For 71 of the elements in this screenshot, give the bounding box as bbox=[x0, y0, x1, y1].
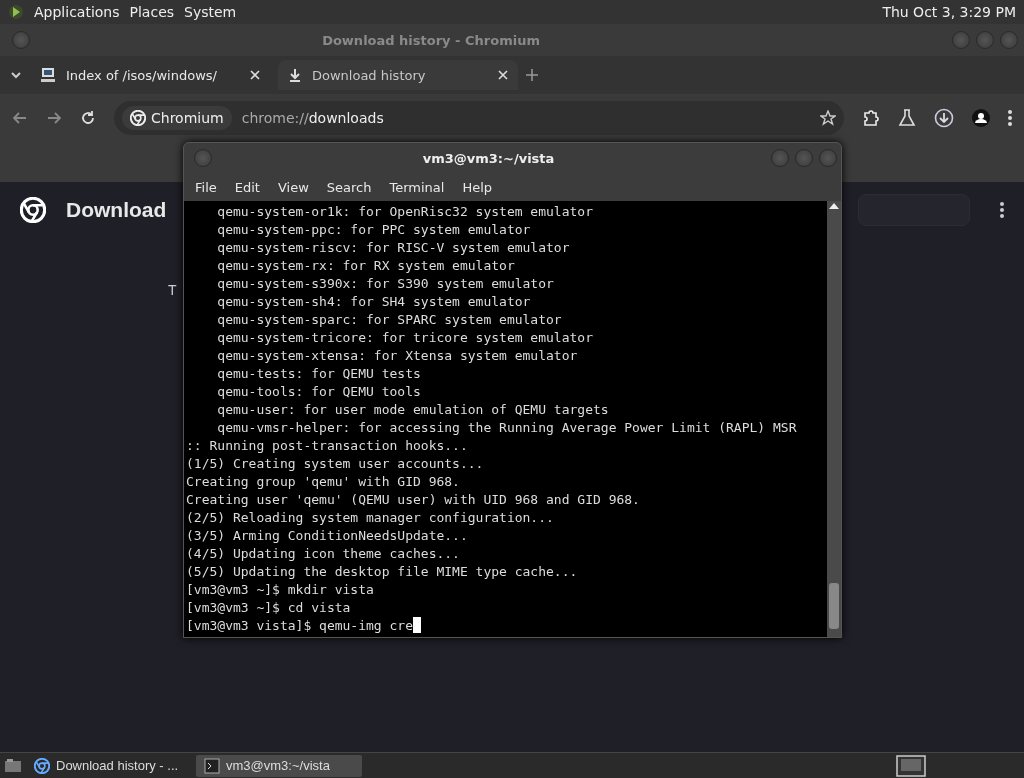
scroll-up-icon[interactable] bbox=[828, 201, 840, 211]
terminal-line: [vm3@vm3 ~]$ mkdir vista bbox=[186, 581, 374, 599]
panel-menu[interactable]: Applications bbox=[34, 4, 120, 20]
taskbar-item[interactable]: Download history - ... bbox=[26, 754, 192, 777]
computer-icon[interactable] bbox=[40, 67, 56, 83]
clock[interactable]: Thu Oct 3, 3:29 PM bbox=[882, 4, 1016, 20]
more-icon[interactable] bbox=[1000, 202, 1004, 218]
address-bar[interactable]: Chromium chrome://downloads bbox=[114, 101, 844, 135]
terminal-line: qemu-system-rx: for RX system emulator bbox=[216, 257, 515, 275]
scrollbar-thumb[interactable] bbox=[829, 583, 839, 629]
download-circle-icon[interactable] bbox=[934, 108, 954, 128]
terminal-line: [vm3@vm3 ~]$ cd vista bbox=[186, 599, 351, 617]
terminal-line: :: Running post-transaction hooks... bbox=[186, 437, 468, 455]
reload-icon[interactable] bbox=[80, 110, 96, 126]
desktop-icon[interactable] bbox=[4, 756, 22, 775]
terminal-line: qemu-system-sh4: for SH4 system emulator bbox=[216, 293, 531, 311]
menu-item[interactable]: View bbox=[268, 179, 318, 195]
chromium-logo bbox=[20, 197, 46, 223]
menu-item[interactable]: Terminal bbox=[380, 179, 454, 195]
page-heading: Download bbox=[66, 198, 167, 222]
menu-item[interactable]: Help bbox=[453, 179, 502, 195]
terminal-line: Creating group 'qemu' with GID 968. bbox=[186, 473, 460, 491]
terminal-line: qemu-user: for user mode emulation of QEMU targets bbox=[216, 401, 609, 419]
plus-icon[interactable] bbox=[526, 69, 538, 81]
menu-item[interactable]: File bbox=[186, 179, 226, 195]
chromium-logo bbox=[130, 110, 146, 126]
terminal-line: qemu-system-tricore: for tricore system emulator bbox=[216, 329, 593, 347]
close-icon[interactable] bbox=[498, 70, 508, 80]
flask-icon[interactable] bbox=[898, 109, 916, 127]
terminal-line: (4/5) Updating icon theme caches... bbox=[186, 545, 460, 563]
browser-tab[interactable]: Index of /isos/windows/ bbox=[30, 60, 270, 90]
panel-menu[interactable]: System bbox=[184, 4, 237, 20]
page-text: T bbox=[168, 282, 177, 298]
terminal-line: qemu-system-or1k: for OpenRisc32 system emulator bbox=[216, 203, 593, 221]
chevron-down-icon[interactable] bbox=[10, 70, 22, 80]
terminal-line: [vm3@vm3 vista]$ qemu-img cre bbox=[186, 617, 421, 635]
chromium-logo bbox=[34, 757, 50, 774]
foot-logo bbox=[8, 3, 24, 21]
avatar-icon[interactable] bbox=[972, 109, 990, 127]
browser-tab[interactable]: Download history bbox=[278, 60, 518, 90]
site-chip[interactable]: Chromium bbox=[122, 106, 232, 130]
url-text: chrome://downloads bbox=[241, 110, 385, 126]
more-icon[interactable] bbox=[1008, 110, 1012, 126]
window-title: vm3@vm3:~/vista bbox=[421, 150, 556, 166]
terminal-line: qemu-system-ppc: for PPC system emulator bbox=[216, 221, 531, 239]
terminal-line: qemu-system-s390x: for S390 system emulator bbox=[216, 275, 554, 293]
terminal-line: Creating user 'qemu' (QEMU user) with UID 968 and GID 968. bbox=[186, 491, 640, 509]
terminal-line: qemu-system-xtensa: for Xtensa system emulator bbox=[216, 347, 578, 365]
download-icon bbox=[288, 68, 302, 82]
back-icon[interactable] bbox=[12, 110, 28, 126]
menu-item[interactable]: Edit bbox=[225, 179, 269, 195]
star-icon[interactable] bbox=[820, 110, 836, 126]
terminal-line: qemu-system-riscv: for RISC-V system emulator bbox=[216, 239, 570, 257]
taskbar-item[interactable]: vm3@vm3:~/vista bbox=[196, 754, 362, 777]
terminal-line: qemu-tests: for QEMU tests bbox=[216, 365, 421, 383]
window-title: Download history - Chromium bbox=[321, 32, 541, 48]
terminal-line: (1/5) Creating system user accounts... bbox=[186, 455, 484, 473]
terminal-line: (2/5) Reloading system manager configuration... bbox=[186, 509, 554, 527]
cursor bbox=[413, 617, 421, 633]
terminal-line: (3/5) Arming ConditionNeedsUpdate... bbox=[186, 527, 468, 545]
terminal-app-icon bbox=[204, 757, 220, 774]
puzzle-icon[interactable] bbox=[862, 109, 880, 127]
terminal-line: qemu-vmsr-helper: for accessing the Running Average Power Limit (RAPL) MSR bbox=[216, 419, 797, 437]
terminal-line: qemu-tools: for QEMU tools bbox=[216, 383, 421, 401]
panel-menu[interactable]: Places bbox=[129, 4, 175, 20]
close-icon[interactable] bbox=[250, 70, 260, 80]
workspace-icon[interactable] bbox=[896, 754, 926, 777]
menu-item[interactable]: Search bbox=[317, 179, 381, 195]
terminal-line: qemu-system-sparc: for SPARC system emulator bbox=[216, 311, 562, 329]
forward-icon[interactable] bbox=[46, 110, 62, 126]
terminal-line: (5/5) Updating the desktop file MIME type cache... bbox=[186, 563, 578, 581]
